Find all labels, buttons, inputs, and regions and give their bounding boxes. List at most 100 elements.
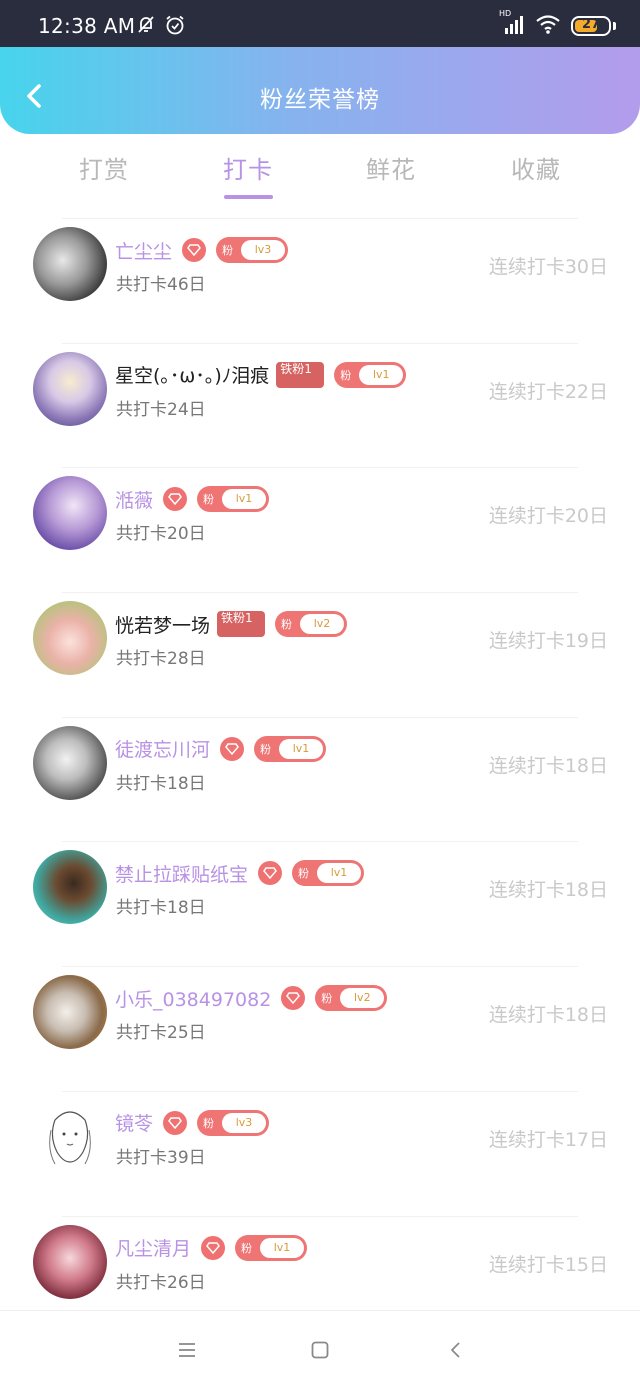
streak-checkins: 连续打卡18日 [488,879,608,902]
level-box: lv3 [241,240,286,260]
total-checkins: 共打卡24日 [116,399,206,420]
total-checkins: 共打卡18日 [116,898,206,919]
diamond-icon [163,1110,188,1135]
active-tab-indicator [224,195,273,199]
tab-favorites[interactable]: 收藏 [476,150,596,185]
diamond-icon [258,861,283,886]
list-item[interactable]: 徒渡忘川河 粉 lv1 共打卡18日 连续打卡18日 [0,716,640,842]
wifi-icon [535,14,561,38]
divider [62,467,578,469]
list-item[interactable]: 恍若梦一场 铁粉1 粉 lv2 共打卡28日 连续打卡19日 [0,592,640,717]
divider [62,716,578,718]
user-name[interactable]: 镜苓 [115,1109,153,1136]
list-item[interactable]: 小乐_038497082 粉 lv2 共打卡25日 连续打卡18日 [0,966,640,1091]
level-text: lv3 [254,243,272,256]
user-name[interactable]: 星空(｡･ω･｡)ﾉ泪痕 [115,361,269,388]
fan-level-badge: 粉 lv2 [275,611,348,638]
level-text: lv1 [235,492,253,506]
fan-list: 亡尘尘 粉 lv3 共打卡46日 连续打卡30日 星空(｡･ω･｡)ﾉ泪痕 铁粉… [0,218,640,1340]
level-text: lv1 [292,741,310,755]
divider [62,1090,578,1092]
fan-label: 粉 [203,493,215,507]
page-title: 粉丝荣誉榜 [260,87,380,113]
menu-icon[interactable] [176,1339,198,1361]
name-line: 镜苓 粉 lv3 [115,1108,270,1138]
battery-icon: 27 [571,16,611,36]
user-name[interactable]: 小乐_038497082 [115,985,271,1012]
diamond-icon [201,1235,226,1260]
level-text: lv2 [313,617,331,631]
avatar[interactable] [33,476,107,551]
level-box: lv2 [300,614,345,635]
diamond-icon [182,238,207,262]
fan-label: 粉 [222,244,234,257]
avatar[interactable] [33,601,107,676]
fan-label: 粉 [321,992,333,1006]
list-item[interactable]: 亡尘尘 粉 lv3 共打卡46日 连续打卡30日 [0,218,640,343]
status-right-icons: HD 27 [499,9,616,38]
avatar[interactable] [33,351,107,426]
list-item[interactable]: 星空(｡･ω･｡)ﾉ泪痕 铁粉1 粉 lv1 共打卡24日 连续打卡22日 [0,342,640,468]
back-triangle-icon[interactable] [444,1339,466,1361]
level-text: lv1 [273,1240,291,1254]
total-checkins: 共打卡20日 [116,524,206,545]
divider [62,342,578,344]
avatar[interactable] [33,975,107,1050]
avatar[interactable] [33,1224,107,1299]
fan-label: 粉 [281,618,293,632]
level-box: lv1 [260,1237,305,1258]
avatar[interactable] [33,850,107,925]
home-square-icon[interactable] [309,1339,331,1361]
name-line: 凡尘清月 粉 lv1 [115,1233,308,1263]
fan-label: 粉 [260,742,272,756]
streak-checkins: 连续打卡17日 [488,1128,608,1151]
total-checkins: 共打卡26日 [116,1272,206,1293]
user-name[interactable]: 恍若梦一场 [115,611,210,638]
divider [62,841,578,843]
fan-level-badge: 粉 lv1 [334,361,407,388]
iron-fan-badge: 铁粉1 [217,611,266,638]
list-item[interactable]: 镜苓 粉 lv3 共打卡39日 连续打卡17日 [0,1090,640,1216]
muted-bell-icon [136,14,156,38]
status-time: 12:38 AM [38,14,136,38]
fan-level-badge: 粉 lv3 [197,1109,270,1136]
tab-flowers[interactable]: 鲜花 [331,150,451,185]
user-name[interactable]: 禁止拉踩贴纸宝 [115,860,248,887]
diamond-icon [220,736,245,761]
divider [62,218,578,219]
divider [62,592,578,594]
user-name[interactable]: 亡尘尘 [115,237,172,264]
total-checkins: 共打卡46日 [116,275,206,295]
avatar[interactable] [33,725,107,800]
fan-level-badge: 粉 lv3 [216,237,289,263]
total-checkins: 共打卡25日 [116,1023,206,1044]
tab-reward[interactable]: 打赏 [44,150,164,185]
total-checkins: 共打卡18日 [116,773,206,794]
tab-bar: 打赏 打卡 鲜花 收藏 [0,140,640,202]
fan-label: 粉 [241,1241,253,1255]
level-text: lv1 [330,866,348,880]
name-line: 徒渡忘川河 粉 lv1 [115,734,327,764]
level-box: lv1 [359,364,404,385]
streak-checkins: 连续打卡18日 [488,754,608,777]
diamond-icon [163,487,188,512]
tab-checkin[interactable]: 打卡 [188,150,308,185]
name-line: 星空(｡･ω･｡)ﾉ泪痕 铁粉1 粉 lv1 [115,360,407,390]
divider [62,966,578,968]
name-line: 湉薇 粉 lv1 [115,484,270,514]
avatar[interactable] [33,1099,107,1174]
fan-level-badge: 粉 lv2 [315,985,388,1012]
user-name[interactable]: 凡尘清月 [115,1234,191,1261]
level-box: lv3 [222,1112,267,1133]
level-text: lv1 [372,367,390,381]
battery-tip [613,22,616,30]
list-item[interactable]: 禁止拉踩贴纸宝 粉 lv1 共打卡18日 连续打卡18日 [0,841,640,966]
diamond-icon [281,986,306,1011]
iron-fan-badge: 铁粉1 [276,361,325,388]
user-name[interactable]: 湉薇 [115,486,153,513]
avatar[interactable] [33,227,107,301]
list-item[interactable]: 湉薇 粉 lv1 共打卡20日 连续打卡20日 [0,467,640,592]
level-box: lv1 [222,489,267,510]
header: 12:38 AM HD 27 粉丝荣誉榜 [0,0,640,134]
user-name[interactable]: 徒渡忘川河 [115,735,210,762]
